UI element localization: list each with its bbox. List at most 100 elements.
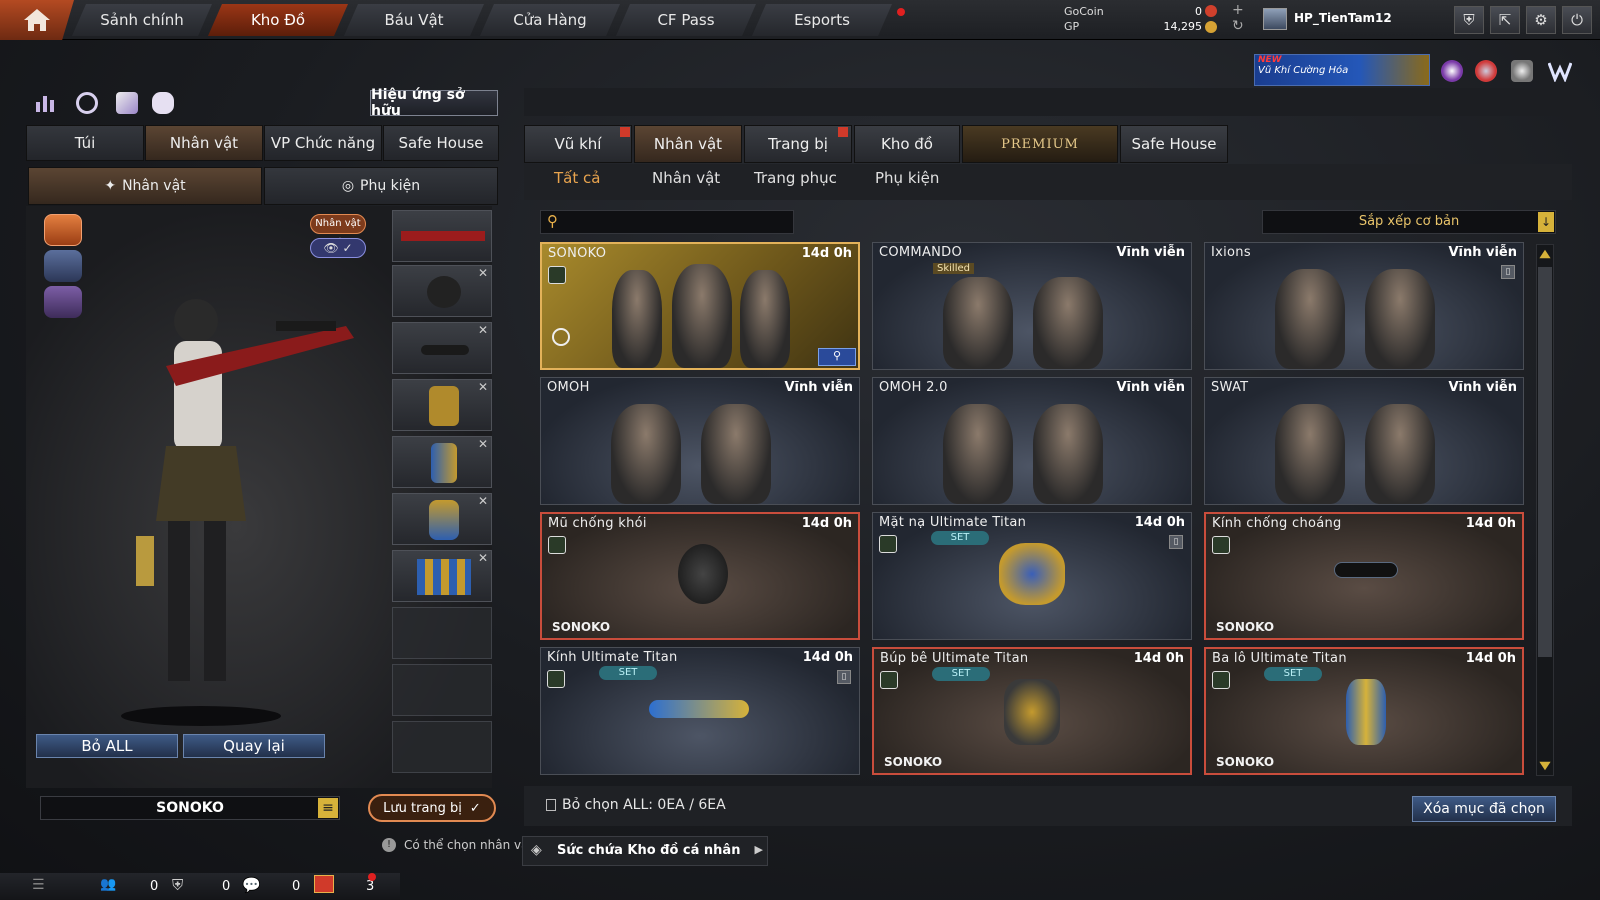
character-badge[interactable]: Nhân vật ✓ bbox=[310, 214, 366, 247]
tab-lobby[interactable]: Sảnh chính bbox=[72, 4, 212, 36]
slot-helmet[interactable]: ✕ bbox=[392, 265, 492, 317]
deselect-text[interactable]: Bỏ chọn ALL: 0EA / 6EA bbox=[562, 797, 726, 813]
subtab-all[interactable]: Tất cả bbox=[554, 169, 600, 187]
subtab-accessory[interactable]: Phụ kiện bbox=[875, 169, 939, 187]
item-card[interactable]: SONOKO 14d 0h ⚲ bbox=[540, 242, 860, 370]
username[interactable]: HP_TienTam12 bbox=[1294, 11, 1392, 25]
slot-goggles[interactable]: ✕ bbox=[392, 322, 492, 374]
remove-all-button[interactable]: Bỏ ALL bbox=[36, 734, 178, 758]
mouse-icon[interactable] bbox=[152, 92, 174, 114]
close-icon[interactable]: ✕ bbox=[478, 266, 488, 280]
slot-empty[interactable] bbox=[392, 721, 492, 773]
item-card[interactable]: Ixions Vĩnh viễn ▯ bbox=[1204, 242, 1524, 370]
subtab-character[interactable]: Nhân vật bbox=[652, 169, 720, 187]
team-emblem-icon[interactable] bbox=[44, 214, 82, 246]
clan-status-icon[interactable]: ⛨ bbox=[172, 876, 183, 894]
helmet-icon bbox=[678, 544, 728, 604]
sort-dropdown[interactable]: Sắp xếp cơ bản bbox=[1262, 210, 1556, 234]
right-tab-storage[interactable]: Kho đồ bbox=[854, 125, 960, 163]
crosshair-icon[interactable] bbox=[1511, 60, 1533, 82]
slot-empty[interactable] bbox=[392, 607, 492, 659]
item-card[interactable]: SWAT Vĩnh viễn bbox=[1204, 377, 1524, 505]
item-card[interactable]: Kính chống choáng 14d 0h SONOKO bbox=[1204, 512, 1524, 640]
tab-treasure[interactable]: Báu Vật bbox=[344, 4, 484, 36]
sort-arrow-icon[interactable]: ↓ bbox=[1538, 212, 1554, 232]
chat-icon[interactable]: 💬 bbox=[242, 876, 261, 894]
power-icon[interactable]: ⏻ bbox=[1562, 6, 1592, 34]
team-emblem-3-icon[interactable] bbox=[44, 286, 82, 318]
right-tab-character[interactable]: Nhân vật bbox=[634, 125, 742, 163]
left-tab-bag[interactable]: Túi bbox=[26, 125, 144, 161]
history-icon[interactable] bbox=[76, 92, 98, 114]
globe-icon[interactable] bbox=[1475, 60, 1497, 82]
delete-selected-button[interactable]: Xóa mục đã chọn bbox=[1412, 796, 1556, 822]
search-input[interactable]: ⚲ bbox=[540, 210, 794, 234]
tab-cf-pass[interactable]: CF Pass bbox=[616, 4, 756, 36]
tab-shop[interactable]: Cửa Hàng bbox=[480, 4, 620, 36]
tab-inventory[interactable]: Kho Đồ bbox=[208, 4, 348, 36]
add-currency-icon[interactable]: + bbox=[1232, 2, 1244, 18]
scroll-up-icon[interactable] bbox=[1539, 249, 1551, 259]
exit-icon[interactable]: ⇱ bbox=[1490, 6, 1520, 34]
stats-icon[interactable] bbox=[34, 92, 56, 114]
clan-icon[interactable]: ⛨ bbox=[1454, 6, 1484, 34]
right-tab-weapon[interactable]: Vũ khí bbox=[524, 125, 632, 163]
slot-armor[interactable]: ✕ bbox=[392, 550, 492, 602]
item-card[interactable]: Mũ chống khói 14d 0h SONOKO bbox=[540, 512, 860, 640]
owned-effects-button[interactable]: Hiệu ứng sở hữu bbox=[370, 87, 498, 119]
slot-mask[interactable]: ✕ bbox=[392, 493, 492, 545]
slot-empty[interactable] bbox=[392, 664, 492, 716]
friends-icon[interactable]: 👥 bbox=[100, 877, 116, 892]
tab-label: VP Chức năng bbox=[270, 134, 376, 152]
trash-icon[interactable]: ▯ bbox=[1169, 535, 1183, 549]
team-emblem-2-icon[interactable] bbox=[44, 250, 82, 282]
scrollbar[interactable] bbox=[1536, 244, 1554, 776]
capacity-button[interactable]: ◈ Sức chứa Kho đồ cá nhân ▶ bbox=[522, 836, 768, 866]
save-equip-button[interactable]: Lưu trang bị ✓ bbox=[368, 794, 496, 822]
scroll-down-icon[interactable] bbox=[1539, 761, 1551, 771]
trash-icon[interactable]: ▯ bbox=[1501, 265, 1515, 279]
close-icon[interactable]: ✕ bbox=[478, 437, 488, 451]
settings-icon[interactable]: ⚙ bbox=[1526, 6, 1556, 34]
slot-backpack[interactable]: ✕ bbox=[392, 436, 492, 488]
character-portrait bbox=[943, 404, 1013, 504]
scroll-thumb[interactable] bbox=[1538, 267, 1552, 657]
item-card[interactable]: OMOH 2.0 Vĩnh viễn bbox=[872, 377, 1192, 505]
subtab-outfit[interactable]: Trang phục bbox=[754, 169, 837, 187]
visibility-toggle[interactable]: 👁 ✓ bbox=[310, 238, 366, 258]
trash-icon[interactable]: ▯ bbox=[837, 670, 851, 684]
slot-weapon[interactable] bbox=[392, 210, 492, 262]
left-tab-vp-function[interactable]: VP Chức năng bbox=[264, 125, 382, 161]
item-card[interactable]: COMMANDO Vĩnh viễn Skilled bbox=[872, 242, 1192, 370]
item-card[interactable]: Kính Ultimate Titan 14d 0h SET ▯ bbox=[540, 647, 860, 775]
home-button[interactable] bbox=[0, 0, 74, 40]
slot-doll[interactable]: ✕ bbox=[392, 379, 492, 431]
gift-box-icon[interactable] bbox=[314, 875, 334, 893]
right-tab-safe-house[interactable]: Safe House bbox=[1120, 125, 1228, 163]
item-card[interactable]: Búp bê Ultimate Titan 14d 0h SET SONOKO bbox=[872, 647, 1192, 775]
vip-icon[interactable] bbox=[1441, 60, 1463, 82]
close-icon[interactable]: ✕ bbox=[478, 551, 488, 565]
close-icon[interactable]: ✕ bbox=[478, 323, 488, 337]
promo-banner[interactable]: NEW Vũ Khí Cường Hóa bbox=[1254, 54, 1430, 86]
subtab-character[interactable]: ✦ Nhân vật bbox=[28, 167, 262, 205]
item-card[interactable]: OMOH Vĩnh viễn bbox=[540, 377, 860, 505]
zoom-icon[interactable]: ⚲ bbox=[818, 348, 856, 366]
item-card[interactable]: Mặt nạ Ultimate Titan 14d 0h SET ▯ bbox=[872, 512, 1192, 640]
close-icon[interactable]: ✕ bbox=[478, 494, 488, 508]
close-icon[interactable]: ✕ bbox=[478, 380, 488, 394]
hand-icon[interactable] bbox=[116, 92, 138, 114]
item-card[interactable]: Ba lô Ultimate Titan 14d 0h SET SONOKO bbox=[1204, 647, 1524, 775]
tab-esports[interactable]: Esports bbox=[752, 4, 892, 36]
refresh-icon[interactable]: ↻ bbox=[1232, 18, 1244, 34]
right-tab-premium[interactable]: PREMIUM bbox=[962, 125, 1118, 163]
right-tab-equipment[interactable]: Trang bị bbox=[744, 125, 852, 163]
list-icon[interactable]: ≡ bbox=[318, 798, 338, 818]
left-tab-safe-house[interactable]: Safe House bbox=[383, 125, 499, 161]
left-tab-character[interactable]: Nhân vật bbox=[145, 125, 263, 161]
menu-icon[interactable]: ☰ bbox=[32, 877, 45, 893]
back-button[interactable]: Quay lại bbox=[183, 734, 325, 758]
bookmark-icon[interactable] bbox=[546, 799, 556, 811]
w-logo-icon[interactable] bbox=[1547, 60, 1573, 83]
subtab-accessory[interactable]: ◎ Phụ kiện bbox=[264, 167, 498, 205]
